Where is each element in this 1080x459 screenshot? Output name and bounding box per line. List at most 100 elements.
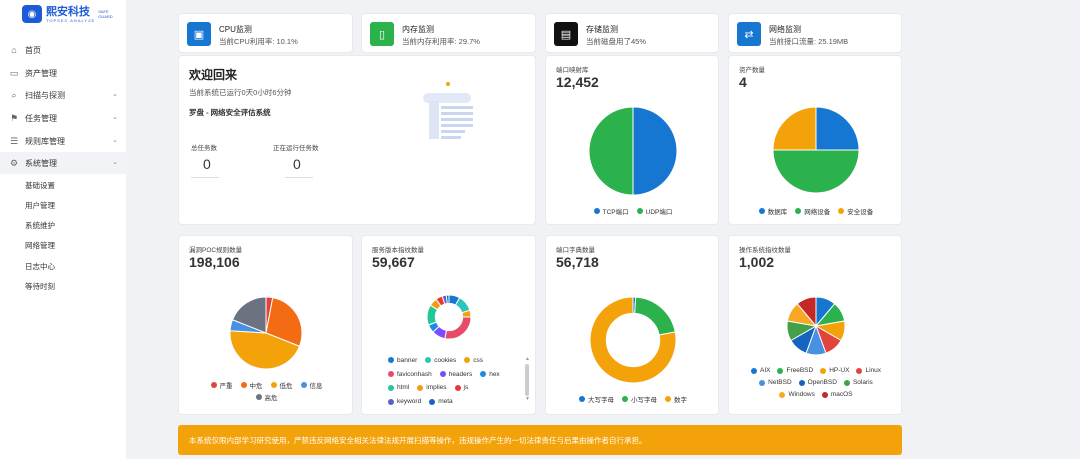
poc-rules-card: 漏洞POC规则数量 198,106 严重 中危 低危 信息高危 [178,235,353,415]
monitor-title: 网络监测 [769,25,801,34]
poc-legend: 严重 中危 低危 信息高危 [209,380,324,402]
legend-item[interactable]: implies [417,384,447,393]
sidebar-item-home[interactable]: ⌂ 首页 [0,39,126,61]
chevron-down-icon: ⌄ [112,114,118,121]
legend-label: 低危 [279,383,293,390]
legend-item[interactable]: UDP端口 [636,206,672,216]
legend-dot [270,382,277,388]
submenu-item-network-management[interactable]: 网络管理 [25,240,55,251]
legend-item[interactable]: 低危 [270,380,293,390]
legend-item[interactable]: css [464,356,483,365]
legend-item[interactable]: macOS [821,391,853,398]
legend-dot [777,367,784,374]
legend-label: faviconhash [397,370,432,378]
submenu-item-system-maintenance[interactable]: 系统维护 [25,220,55,231]
legend-item[interactable]: NetBSD [759,379,792,386]
monitor-title: 内存监测 [402,25,434,34]
legend-item[interactable]: TCP端口 [593,206,629,216]
dictionary-donut-chart [589,296,677,384]
total-tasks-value: 0 [203,156,211,172]
legend-item[interactable]: 网络设备 [795,206,830,216]
pie-slice-faviconhash[interactable] [444,316,472,340]
legend-item[interactable]: OpenBSD [798,379,837,386]
legend-dot [480,371,487,378]
legend-dot [820,367,827,374]
legend-item[interactable]: 严重 [210,380,233,390]
legend-item[interactable]: meta [429,397,453,406]
legend-dot [388,357,394,364]
legend-item[interactable]: hex [480,370,500,379]
sidebar: ◉ 熙安科技 TOPSEC ANALYZE SAFE GUARD ⌂ 首页 ▭ … [0,0,126,459]
pie-slice-小写字母[interactable] [634,296,676,336]
stat-value: 4 [739,74,747,90]
legend-dot [665,396,671,402]
os-fingerprint-card: 操作系统指纹数量 1,002 AIX FreeBSD HP-UX Linux NetBS… [728,235,902,415]
legend-label: css [473,356,484,364]
submenu-item-user-management[interactable]: 用户管理 [25,200,55,211]
monitor-value: 当前CPU利用率: 10.1% [219,37,298,46]
legend-item[interactable]: 数据库 [758,206,787,216]
logo-mark-icon: ◉ [22,5,42,23]
sidebar-item-system[interactable]: ⚙ 系统管理 ⌄ [0,152,126,174]
legend-item[interactable]: Windows [779,391,815,398]
stat-label: 服务版本指纹数量 [372,247,424,254]
legend-item[interactable]: 信息 [300,380,323,390]
cpu-monitor-card: ▣ CPU监测 当前CPU利用率: 10.1% [178,13,353,53]
submenu-item-basic-settings[interactable]: 基础设置 [25,180,55,191]
legend-label: TCP端口 [602,209,629,216]
legend-item[interactable]: AIX [751,367,770,374]
legend-scroll-down-icon[interactable]: ▼ [525,396,530,402]
legend-dot [579,396,585,402]
legend-item[interactable]: cookies [425,356,456,365]
legend-item[interactable]: 大写字母 [579,394,614,404]
legend-item[interactable]: keyword [388,397,421,406]
pie-slice-udp端口[interactable] [588,106,634,196]
sidebar-item-assets[interactable]: ▭ 资产管理 [0,62,126,84]
sidebar-item-scan[interactable]: ⌕ 扫描与探测 ⌄ [0,84,126,106]
brand-tagline: TOPSEC ANALYZE [46,17,96,23]
monitor-value: 当前接口流量: 25.19MB [769,37,849,46]
legend-item[interactable]: headers [439,370,472,379]
legend-scrollbar[interactable] [525,364,529,396]
pie-slice-网络设备[interactable] [772,149,860,194]
legend-item[interactable]: banner [388,356,417,365]
legend-item[interactable]: faviconhash [388,370,432,379]
pie-slice-数据库[interactable] [815,106,860,151]
legend-item[interactable]: 数字 [665,394,687,404]
legend-item[interactable]: Solaris [843,379,873,386]
legend-item[interactable]: js [454,384,468,393]
legend-item[interactable]: Linux [856,367,881,374]
sidebar-item-rules[interactable]: ☰ 规则库管理 ⌄ [0,130,126,152]
legend-label: 安全设备 [847,209,874,216]
legend-item[interactable]: html [388,384,409,393]
box-icon: ▭ [9,68,19,78]
submenu-item-wait-time[interactable]: 等待时刻 [25,281,55,292]
legend-dot [425,357,432,364]
submenu-item-log-center[interactable]: 日志中心 [25,261,55,272]
stat-label: 资产数量 [739,67,765,74]
pie-slice-meta[interactable] [445,294,450,305]
legend-label: 大写字母 [588,397,614,404]
legend-label: 信息 [309,383,323,390]
port-map-legend: TCP端口 UDP端口 [546,206,720,216]
legend-item[interactable]: FreeBSD [777,367,813,374]
running-tasks-label: 正在运行任务数 [273,145,319,152]
legend-label: 小写字母 [631,397,657,404]
pie-slice-安全设备[interactable] [772,106,817,151]
stat-label: 漏洞POC规则数量 [189,247,243,254]
port-dictionary-card: 端口字典数量 56,718 大写字母 小写字母 数字 [545,235,719,415]
legend-dot [856,367,863,374]
legend-scroll-up-icon[interactable]: ▲ [525,356,530,362]
pie-slice-tcp端口[interactable] [632,106,678,196]
legend-item[interactable]: 中危 [240,380,263,390]
legend-item[interactable]: 安全设备 [838,206,873,216]
legend-item[interactable]: 小写字母 [622,394,657,404]
sidebar-item-label: 规则库管理 [25,136,65,146]
legend-dot [240,382,247,388]
stat-value: 198,106 [189,254,240,270]
legend-item[interactable]: 高危 [255,392,278,402]
legend-item[interactable]: HP-UX [820,367,849,374]
service-fingerprint-card: 服务版本指纹数量 59,667 banner cookies css faviconh… [361,235,536,415]
sidebar-item-tasks[interactable]: ⚑ 任务管理 ⌄ [0,107,126,129]
port-map-pie-chart [588,106,678,196]
